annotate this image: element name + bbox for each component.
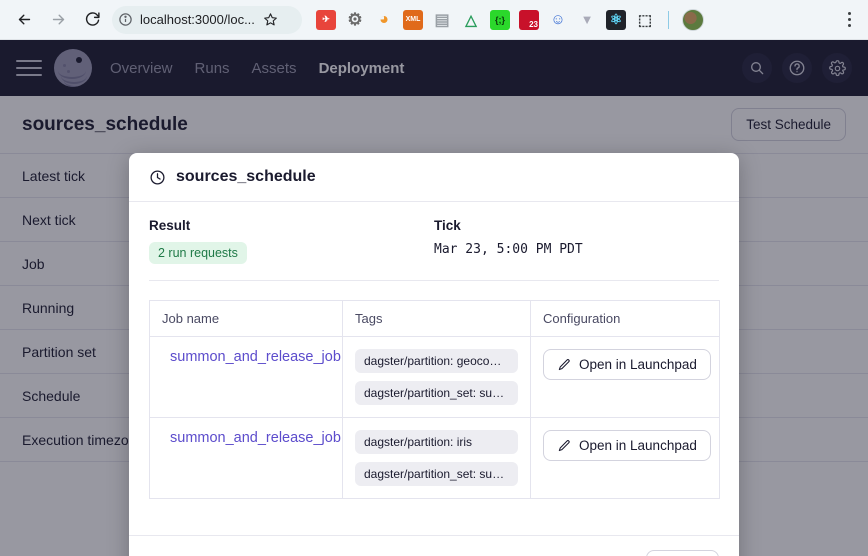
table-row: summon_and_release_job dagster/partition…: [149, 336, 720, 418]
tick-result-dialog: sources_schedule Result 2 run requests T…: [129, 153, 739, 556]
open-in-launchpad-label: Open in Launchpad: [579, 357, 697, 372]
chat-bubble-icon[interactable]: ☺: [548, 10, 568, 30]
configuration-cell: Open in Launchpad: [530, 336, 720, 418]
table-row: summon_and_release_job dagster/partition…: [149, 417, 720, 499]
tag-chip[interactable]: dagster/partition_set: su…: [355, 462, 518, 486]
tag-chip[interactable]: dagster/partition: geoco…: [355, 349, 518, 373]
result-column: Result 2 run requests: [149, 218, 434, 264]
tick-timestamp: Mar 23, 5:00 PM PDT: [434, 242, 583, 257]
pencil-icon: [558, 358, 570, 370]
calendar-extension-icon[interactable]: 23: [519, 9, 539, 30]
run-requests-badge: 2 run requests: [149, 242, 247, 264]
puzzle-extension-icon[interactable]: ⬚: [635, 10, 655, 30]
tick-label: Tick: [434, 218, 461, 233]
pencil-icon: [558, 439, 570, 451]
job-name-link[interactable]: summon_and_release_job: [170, 430, 341, 446]
gear-extension-icon[interactable]: ⚙: [345, 10, 365, 30]
star-icon[interactable]: [263, 12, 278, 27]
avatar[interactable]: [682, 8, 704, 31]
job-cell-inner: summon_and_release_job: [162, 349, 341, 365]
tags-cell: dagster/partition: geoco… dagster/partit…: [342, 336, 531, 418]
info-circle-icon: [119, 13, 132, 26]
clock-icon: [150, 169, 165, 185]
dagster-app: Overview Runs Assets Deployment sources_…: [0, 40, 868, 556]
tag-chip[interactable]: dagster/partition_set: su…: [355, 381, 518, 405]
dialog-footer: Close: [129, 535, 739, 556]
job-cell-inner: summon_and_release_job: [162, 430, 341, 446]
open-in-launchpad-label: Open in Launchpad: [579, 438, 697, 453]
job-name-cell: summon_and_release_job: [149, 417, 343, 499]
url-text: localhost:3000/loc...: [140, 12, 255, 27]
dialog-body: Result 2 run requests Tick Mar 23, 5:00 …: [129, 202, 739, 535]
job-name-cell: summon_and_release_job: [149, 336, 343, 418]
rocket-extension-icon[interactable]: ✈: [316, 9, 336, 30]
column-header-configuration: Configuration: [530, 300, 720, 337]
document-extension-icon[interactable]: ▤: [432, 10, 452, 30]
open-in-launchpad-button[interactable]: Open in Launchpad: [543, 430, 711, 461]
run-requests-table: Job name Tags Configuration summon_and_r…: [149, 300, 720, 499]
google-drive-icon[interactable]: △: [461, 10, 481, 30]
tag-chip[interactable]: dagster/partition: iris: [355, 430, 518, 454]
open-in-launchpad-button[interactable]: Open in Launchpad: [543, 349, 711, 380]
reload-button[interactable]: [78, 6, 106, 34]
dialog-title: sources_schedule: [176, 168, 316, 185]
kebab-dot: [847, 18, 851, 21]
code-brackets-icon[interactable]: {;}: [490, 9, 510, 30]
kebab-dot: [847, 12, 851, 15]
kebab-dot: [847, 24, 851, 27]
table-header-row: Job name Tags Configuration: [149, 300, 720, 337]
arrow-left-icon: [18, 14, 30, 25]
dialog-header: sources_schedule: [129, 153, 739, 202]
job-name-link[interactable]: summon_and_release_job: [170, 349, 341, 365]
column-header-job-name: Job name: [149, 300, 343, 337]
react-devtools-icon[interactable]: ⚛: [606, 9, 626, 30]
xml-extension-icon[interactable]: XML: [403, 9, 423, 30]
reload-icon: [85, 12, 100, 26]
back-button[interactable]: [10, 6, 38, 34]
vimeo-v-icon[interactable]: ▼: [577, 10, 597, 30]
table-head: Job name Tags Configuration: [149, 300, 720, 337]
browser-menu-button[interactable]: [838, 7, 860, 33]
configuration-cell: Open in Launchpad: [531, 418, 720, 499]
forward-button[interactable]: [44, 6, 72, 34]
table-body: summon_and_release_job dagster/partition…: [149, 336, 720, 499]
rss-feed-icon[interactable]: ◕: [374, 10, 394, 30]
address-bar[interactable]: localhost:3000/loc...: [112, 5, 302, 34]
close-button[interactable]: Close: [646, 549, 719, 556]
column-header-tags: Tags: [342, 300, 531, 337]
summary-section: Result 2 run requests Tick Mar 23, 5:00 …: [149, 218, 719, 281]
tags-cell: dagster/partition: iris dagster/partitio…: [342, 417, 531, 499]
toolbar-divider: [668, 10, 669, 29]
result-label: Result: [149, 218, 191, 233]
browser-toolbar: localhost:3000/loc... ✈ ⚙ ◕ XML ▤ △ {;} …: [0, 0, 868, 40]
tick-column: Tick Mar 23, 5:00 PM PDT: [434, 218, 719, 264]
extensions-strip: ✈ ⚙ ◕ XML ▤ △ {;} 23 ☺ ▼ ⚛ ⬚: [316, 8, 704, 31]
arrow-right-icon: [52, 14, 64, 25]
